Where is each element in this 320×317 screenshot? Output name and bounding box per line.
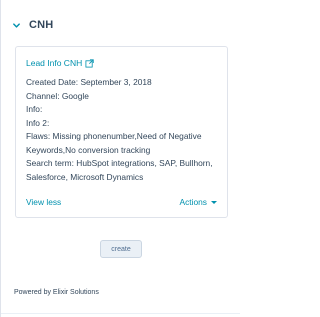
card-header: Lead Info CNH xyxy=(26,56,217,70)
field-label: Info 2: xyxy=(26,117,50,128)
field-label: Info: xyxy=(26,104,43,114)
powered-by-text: Powered by Elixir Solutions xyxy=(14,289,99,296)
lead-info-card: Lead Info CNH Created Date: September 3,… xyxy=(15,46,228,218)
field-flaws: Flaws: Missing phonenumber,Need of Negat… xyxy=(26,130,217,157)
divider xyxy=(1,313,240,314)
field-label: Flaws: xyxy=(26,131,51,141)
card-footer: View less Actions xyxy=(26,195,217,209)
section-title: CNH xyxy=(29,19,54,31)
chevron-down-icon[interactable] xyxy=(11,20,21,30)
actions-dropdown[interactable]: Actions xyxy=(180,197,217,207)
field-label: Search term: xyxy=(26,158,74,168)
field-label: Created Date: xyxy=(26,77,79,87)
section-toggle-cnh[interactable]: CNH xyxy=(11,15,53,35)
view-less-link[interactable]: View less xyxy=(26,197,61,207)
field-value: September 3, 2018 xyxy=(80,77,152,87)
field-info-2: Info 2: xyxy=(26,117,217,131)
external-link-icon[interactable] xyxy=(85,58,94,68)
field-search-term: Search term: HubSpot integrations, SAP, … xyxy=(26,157,217,184)
create-button[interactable]: create xyxy=(100,240,142,258)
field-channel: Channel: Google xyxy=(26,90,217,104)
field-value: Missing phonenumber,Need of Negative Key… xyxy=(26,131,202,155)
field-info: Info: xyxy=(26,103,217,117)
lead-info-link[interactable]: Lead Info CNH xyxy=(26,58,82,68)
field-value: Google xyxy=(61,90,89,101)
sidebar-panel: CNH Lead Info CNH Created Date: Septembe… xyxy=(0,0,240,317)
field-created-date: Created Date: September 3, 2018 xyxy=(26,76,217,90)
field-label: Channel: xyxy=(26,90,60,101)
caret-down-icon xyxy=(211,200,217,204)
actions-label: Actions xyxy=(179,197,207,207)
